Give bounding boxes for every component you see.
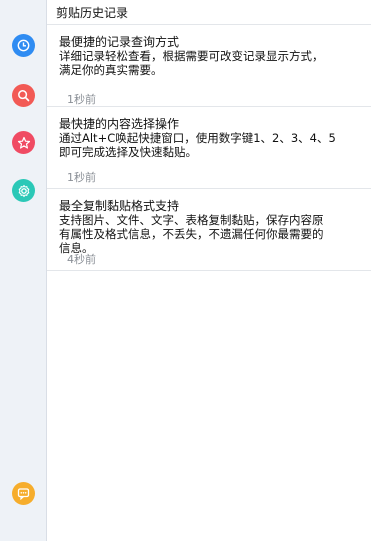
- history-record[interactable]: 最快捷的内容选择操作 通过Alt+C唤起快捷窗口，使用数字键1、2、3、4、5 …: [47, 107, 371, 189]
- record-body: 支持图片、文件、文字、表格复制黏贴，保存内容原 有属性及格式信息，不丢失，不遗漏…: [59, 213, 324, 255]
- sidebar: [0, 0, 47, 541]
- settings-gear-icon[interactable]: [12, 179, 35, 202]
- record-title: 最全复制黏贴格式支持: [59, 199, 180, 213]
- clipboard-history-panel: 剪贴历史记录 最便捷的记录查询方式 详细记录轻松查看，根据需要可改变记录显示方式…: [47, 0, 371, 541]
- history-record[interactable]: 最全复制黏贴格式支持 支持图片、文件、文字、表格复制黏贴，保存内容原 有属性及格…: [47, 189, 371, 271]
- history-clock-icon[interactable]: [12, 34, 35, 57]
- star-icon[interactable]: [12, 131, 35, 154]
- record-timestamp: 1秒前: [67, 93, 96, 106]
- record-title: 最快捷的内容选择操作: [59, 117, 180, 131]
- chat-icon[interactable]: [12, 482, 35, 505]
- record-title: 最便捷的记录查询方式: [59, 35, 180, 49]
- history-record[interactable]: 最便捷的记录查询方式 详细记录轻松查看，根据需要可改变记录显示方式， 满足你的真…: [47, 25, 371, 107]
- search-icon[interactable]: [12, 84, 35, 107]
- record-body: 通过Alt+C唤起快捷窗口，使用数字键1、2、3、4、5 即可完成选择及快速黏贴…: [59, 131, 336, 159]
- record-timestamp: 4秒前: [67, 253, 96, 266]
- record-body: 详细记录轻松查看，根据需要可改变记录显示方式， 满足你的真实需要。: [59, 49, 324, 77]
- record-timestamp: 1秒前: [67, 171, 96, 184]
- panel-title: 剪贴历史记录: [47, 0, 371, 25]
